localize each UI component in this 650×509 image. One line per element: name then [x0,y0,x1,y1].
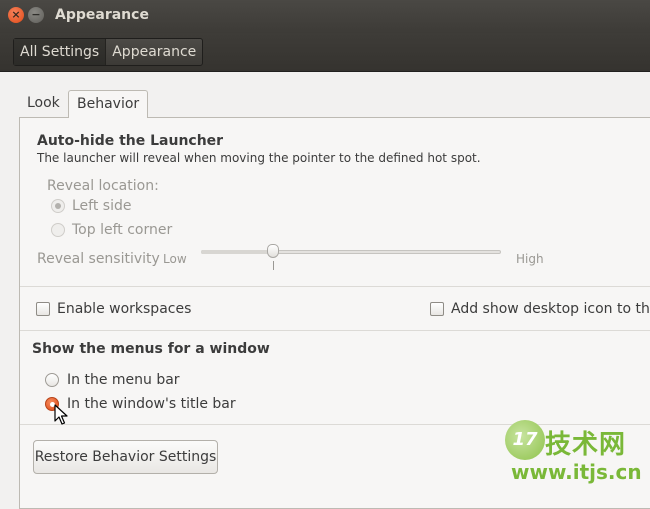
breadcrumb-appearance[interactable]: Appearance [105,39,202,65]
breadcrumb-all-settings[interactable]: All Settings [14,39,106,65]
radio-top-left-corner[interactable] [51,223,65,237]
sensitivity-slider-handle[interactable] [267,244,279,258]
radio-in-menu-bar[interactable] [45,373,59,387]
watermark-text: 技术网 [545,430,627,460]
reveal-sensitivity-label: Reveal sensitivity [37,251,160,267]
mouse-cursor-icon [54,404,68,425]
tab-behavior[interactable]: Behavior [68,90,149,118]
sensitivity-low-label: Low [163,252,187,266]
radio-left-side-label: Left side [72,198,132,214]
tab-look[interactable]: Look [19,90,68,117]
close-icon[interactable]: × [8,7,24,23]
restore-behavior-settings-button[interactable]: Restore Behavior Settings [33,440,218,474]
reveal-location-label: Reveal location: [47,178,159,194]
separator [20,286,650,287]
menus-heading: Show the menus for a window [32,341,270,357]
window-title: Appearance [55,7,149,23]
watermark-url: www.itjs.cn [511,460,642,484]
autohide-description: The launcher will reveal when moving the… [37,151,481,165]
enable-workspaces-label: Enable workspaces [57,301,192,317]
show-desktop-icon-checkbox[interactable] [430,302,444,316]
radio-in-title-bar-label: In the window's title bar [67,396,236,412]
radio-top-left-corner-label: Top left corner [72,222,173,238]
window-titlebar: × − Appearance [0,0,650,33]
radio-in-menu-bar-label: In the menu bar [67,372,180,388]
enable-workspaces-checkbox[interactable] [36,302,50,316]
sensitivity-slider-fill [201,250,273,254]
watermark-logo: 17 [505,420,545,460]
minimize-icon[interactable]: − [28,7,44,23]
separator [20,330,650,331]
sensitivity-slider-tick [272,261,274,270]
toolbar: All Settings Appearance [0,33,650,72]
show-desktop-icon-label: Add show desktop icon to the [451,301,650,317]
autohide-heading: Auto-hide the Launcher [37,133,224,149]
radio-left-side[interactable] [51,199,65,213]
watermark: 17 技术网 www.itjs.cn [503,420,648,492]
sensitivity-high-label: High [516,252,544,266]
breadcrumb: All Settings Appearance [13,38,204,66]
